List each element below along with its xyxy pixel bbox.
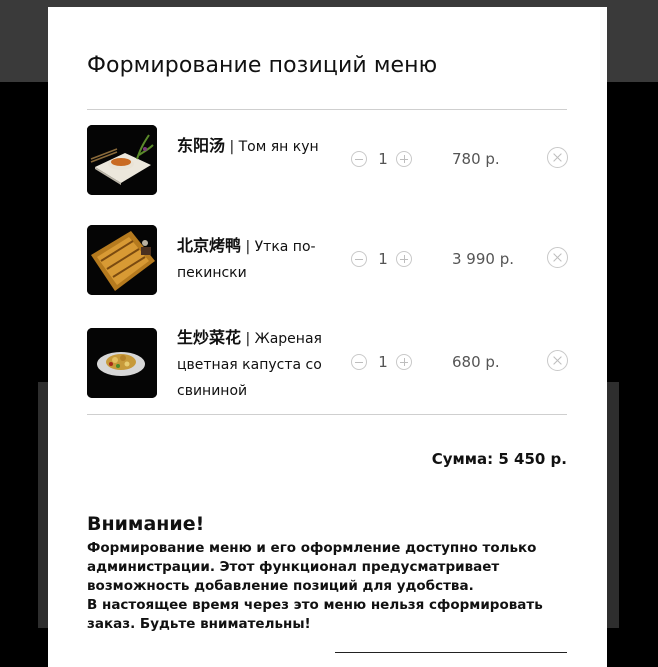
quantity-stepper: 1	[351, 150, 421, 170]
quantity-stepper: 1	[351, 353, 421, 373]
dish-image	[87, 328, 157, 398]
dish-image	[87, 225, 157, 295]
dish-price: 3 990 р.	[452, 250, 514, 268]
quantity-value: 1	[378, 250, 388, 268]
divider-top	[87, 109, 567, 110]
minus-circle-icon[interactable]	[351, 251, 367, 267]
plus-circle-icon[interactable]	[396, 354, 412, 370]
dish-name-zh: 东阳汤	[177, 136, 226, 155]
order-total: Сумма: 5 450 р.	[431, 450, 567, 468]
quantity-value: 1	[378, 353, 388, 371]
modal-title: Формирование позиций меню	[87, 53, 438, 78]
divider-bottom	[87, 414, 567, 415]
quantity-stepper: 1	[351, 250, 421, 270]
dish-price: 680 р.	[452, 353, 500, 371]
dish-price: 780 р.	[452, 150, 500, 168]
dish-image	[87, 125, 157, 195]
minus-circle-icon[interactable]	[351, 354, 367, 370]
warning-title: Внимание!	[87, 513, 205, 535]
warning-text: Формирование меню и его оформление досту…	[87, 540, 543, 632]
dish-name-zh: 生炒菜花	[177, 328, 242, 347]
menu-modal: Формирование позиций меню 东阳汤 | Том ян к…	[48, 7, 607, 667]
menu-item: 北京烤鸭 | Утка по-пекински 1 3 990 р.	[87, 225, 568, 295]
close-circle-icon[interactable]	[547, 147, 568, 168]
quantity-value: 1	[378, 150, 388, 168]
close-circle-icon[interactable]	[547, 350, 568, 371]
menu-item: 东阳汤 | Том ян кун 1 780 р.	[87, 125, 568, 195]
plus-circle-icon[interactable]	[396, 151, 412, 167]
backdrop-panel-right	[607, 382, 619, 628]
dish-name-ru: | Том ян кун	[225, 139, 319, 155]
menu-item: 生炒菜花 | Жареная цветная капуста со свинин…	[87, 328, 568, 399]
dish-name-zh: 北京烤鸭	[177, 236, 242, 255]
minus-circle-icon[interactable]	[351, 151, 367, 167]
close-circle-icon[interactable]	[547, 247, 568, 268]
plus-circle-icon[interactable]	[396, 251, 412, 267]
